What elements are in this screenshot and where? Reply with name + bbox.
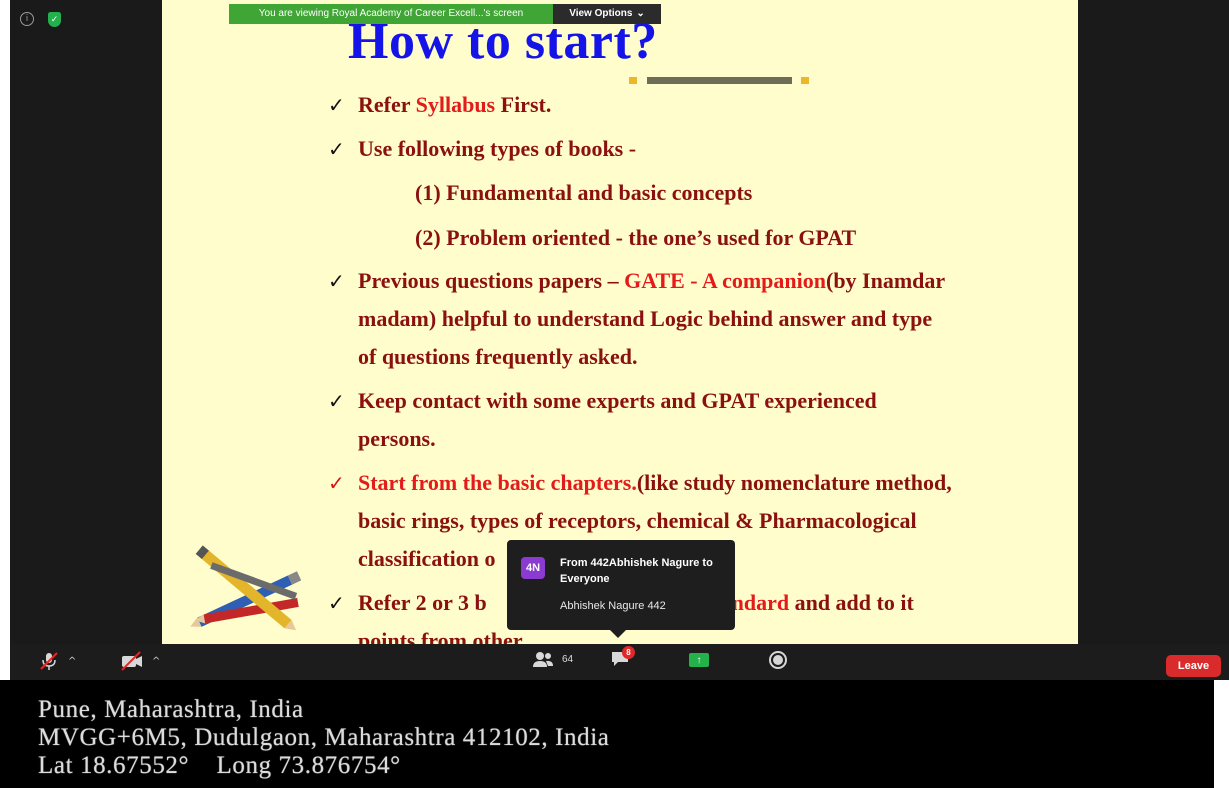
info-icon[interactable]: i (20, 12, 34, 26)
view-options-button[interactable]: View Options ⌄ (553, 4, 661, 24)
chat-sender: From 442Abhishek Nagure to Everyone (560, 557, 713, 585)
participants-button[interactable]: 64 (532, 650, 573, 668)
geotag-coordinates: Lat 18.67552° Long 73.876754° (38, 752, 401, 779)
share-banner-text: You are viewing Royal Academy of Career … (229, 4, 553, 24)
sub-item-fundamental: (1) Fundamental and basic concepts (415, 180, 753, 205)
title-decoration (629, 76, 809, 86)
mute-button[interactable]: ^ (38, 650, 76, 672)
check-icon: ✓ (328, 137, 345, 161)
top-left-status-icons: i ✓ (20, 12, 61, 27)
encryption-shield-icon[interactable]: ✓ (48, 12, 61, 27)
geotag-address: MVGG+6M5, Dudulgaon, Maharashtra 412102,… (38, 724, 610, 751)
video-button[interactable]: ^ (120, 650, 160, 672)
check-icon: ✓ (328, 591, 345, 615)
chat-button[interactable]: 8 (610, 646, 635, 670)
check-icon: ✓ (328, 269, 345, 293)
leave-button[interactable]: Leave (1166, 655, 1221, 677)
check-icon: ✓ (328, 389, 345, 413)
geotag-overlay: Pune, Maharashtra, India MVGG+6M5, Dudul… (0, 680, 1214, 788)
pencils-clipart (190, 545, 302, 631)
chevron-down-icon: ⌄ (636, 8, 645, 19)
chat-message: Abhishek Nagure 442 (560, 600, 666, 612)
share-screen-button[interactable]: ↑ (689, 653, 709, 667)
chat-notification-popup[interactable]: 4N From 442Abhishek Nagure to Everyone A… (507, 540, 735, 638)
check-icon: ✓ (328, 93, 345, 117)
zoom-meeting-window: i ✓ How to start? ✓ Refer Syllabus First… (10, 0, 1229, 680)
microphone-muted-icon (40, 652, 58, 670)
share-screen-icon: ↑ (689, 653, 709, 667)
geotag-city: Pune, Maharashtra, India (38, 696, 304, 723)
record-icon (769, 651, 787, 669)
record-button[interactable] (769, 651, 787, 669)
meeting-toolbar: ^ ^ 64 8 ↑ Leave (10, 644, 1229, 680)
chevron-up-icon[interactable]: ^ (68, 656, 76, 667)
chevron-up-icon[interactable]: ^ (152, 656, 160, 667)
participants-icon (533, 652, 553, 667)
sub-item-problem-oriented: (2) Problem oriented - the one’s used fo… (415, 225, 857, 250)
camera-off-icon (121, 651, 142, 671)
check-icon: ✓ (328, 471, 345, 495)
screen-share-banner: You are viewing Royal Academy of Career … (229, 4, 661, 24)
avatar: 4N (521, 557, 545, 579)
chat-unread-badge: 8 (622, 646, 635, 659)
participants-count: 64 (562, 653, 574, 665)
